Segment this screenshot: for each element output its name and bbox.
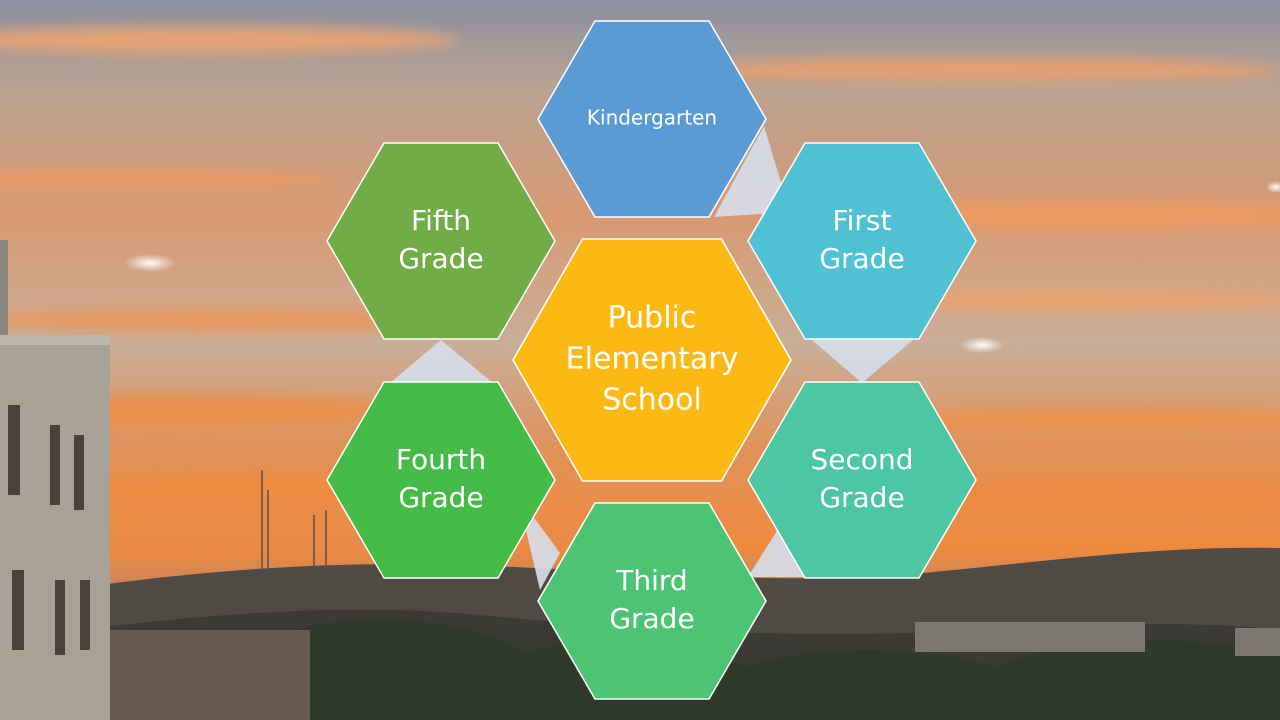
fifth-grade-label-line-2: Grade xyxy=(398,242,483,275)
public-elementary-school-node: Public Elementary School xyxy=(512,238,792,482)
fourth-grade-label-line-1: Fourth xyxy=(396,443,486,476)
kindergarten-label-line-1: Kindergarten xyxy=(587,106,717,130)
connector-triangle-2 xyxy=(812,340,913,383)
fifth-grade-hexagon xyxy=(326,142,556,340)
third-grade-label-line-2: Grade xyxy=(609,602,694,635)
fourth-grade-node: Fourth Grade xyxy=(326,381,556,579)
first-grade-label-line-1: First xyxy=(833,204,892,237)
fifth-grade-label-line-1: Fifth xyxy=(411,204,471,237)
public-elementary-school-label-line-2: Elementary xyxy=(566,342,739,377)
third-grade-hexagon xyxy=(537,502,767,700)
slide: Kindergarten First Grade Second Grade Third Gr… xyxy=(0,0,1280,720)
third-grade-node: Third Grade xyxy=(537,502,767,700)
first-grade-label-line-2: Grade xyxy=(819,242,904,275)
connector-triangle-5 xyxy=(390,340,493,383)
grade-cycle-diagram: Kindergarten First Grade Second Grade Third Gr… xyxy=(326,20,977,700)
fifth-grade-node: Fifth Grade xyxy=(326,142,556,340)
public-elementary-school-label-line-1: Public xyxy=(608,301,697,336)
third-grade-label-line-1: Third xyxy=(615,564,687,597)
second-grade-label-line-2: Grade xyxy=(819,481,904,514)
public-elementary-school-label-line-3: School xyxy=(602,383,702,418)
first-grade-hexagon xyxy=(747,142,977,340)
first-grade-node: First Grade xyxy=(747,142,977,340)
second-grade-label-line-1: Second xyxy=(810,443,913,476)
fourth-grade-label-line-2: Grade xyxy=(398,481,483,514)
fourth-grade-hexagon xyxy=(326,381,556,579)
